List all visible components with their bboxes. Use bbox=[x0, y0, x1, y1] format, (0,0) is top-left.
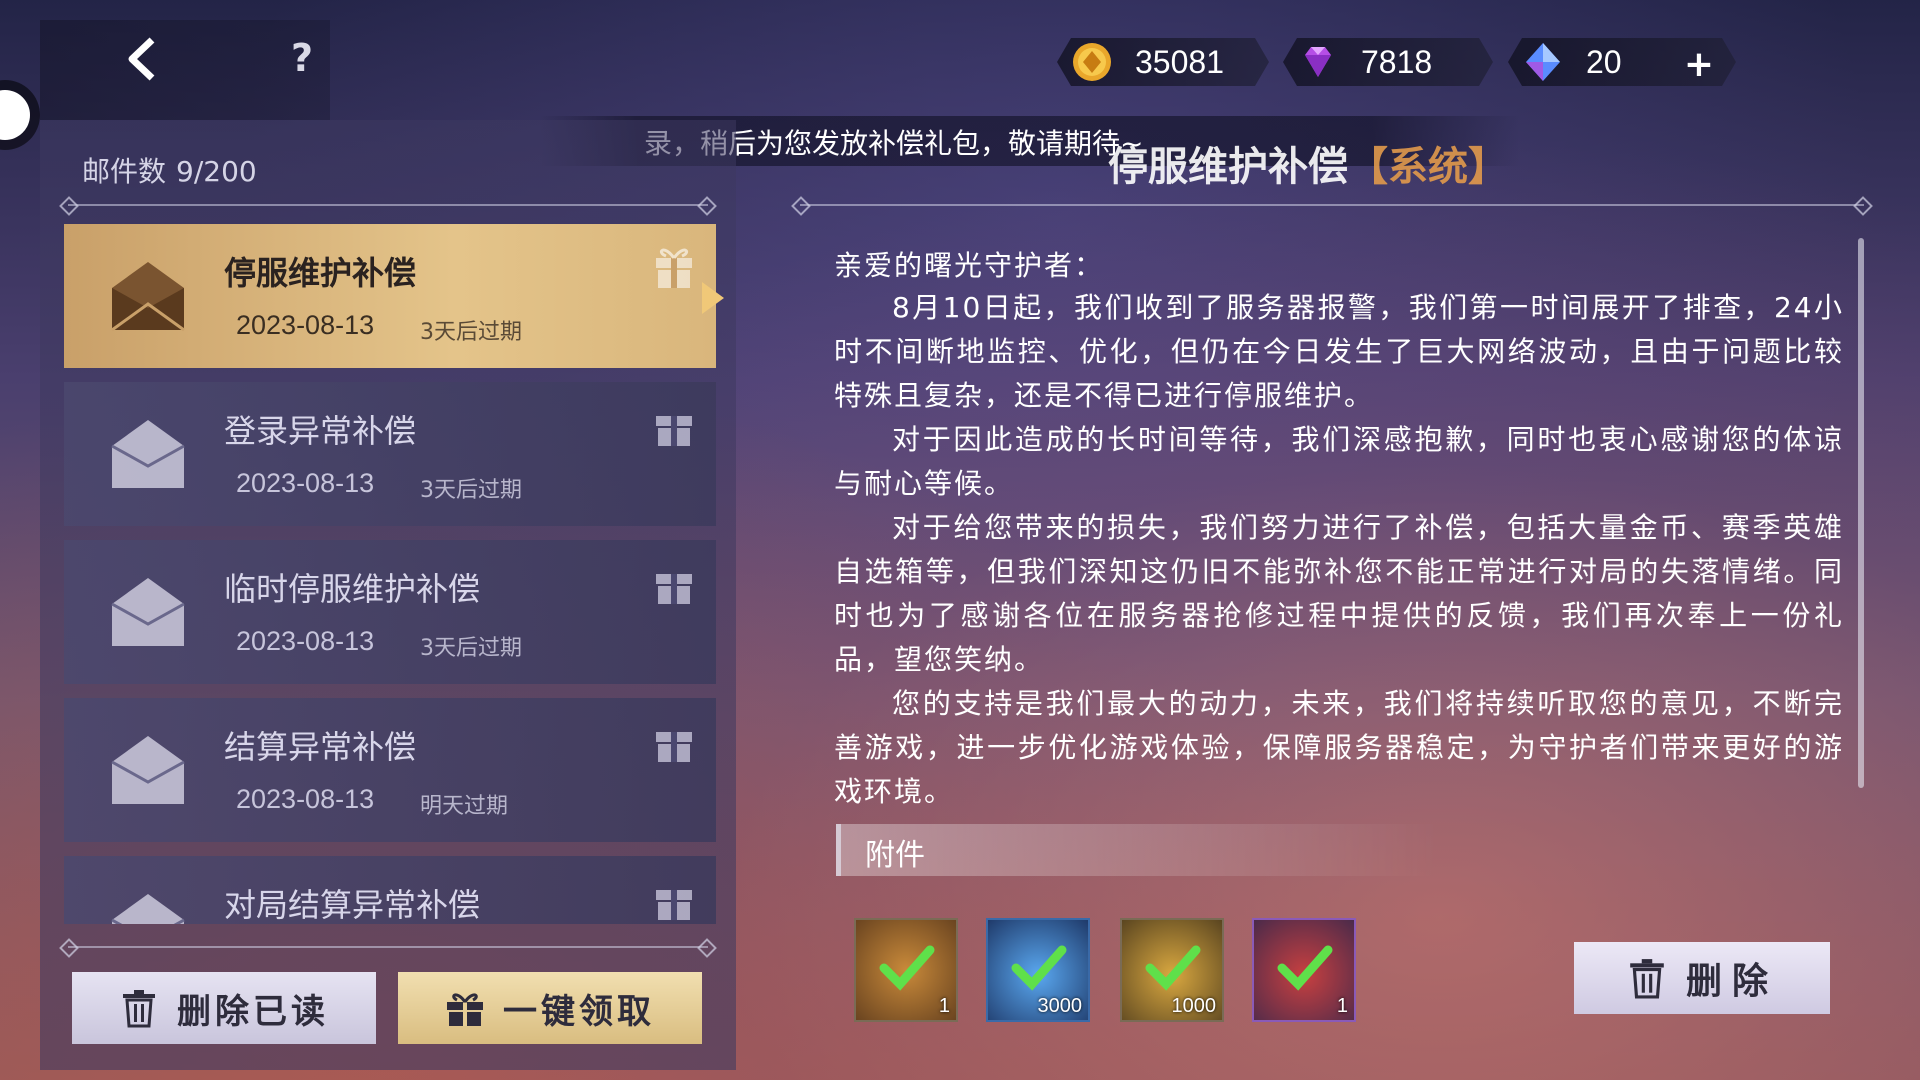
selected-indicator-icon bbox=[702, 282, 724, 314]
mail-count-label: 邮件数 bbox=[82, 155, 167, 188]
diamond-amount: 7818 bbox=[1361, 43, 1433, 80]
add-crystal-button[interactable]: + bbox=[1684, 44, 1714, 85]
currency-purple-diamond: 7818 bbox=[1283, 38, 1493, 86]
top-bar: ? 35081 7818 20 + bbox=[0, 0, 1920, 140]
blue-crystal-icon bbox=[1522, 41, 1564, 83]
attachment-qty: 3000 bbox=[1037, 995, 1083, 1017]
claim-all-button[interactable]: 一键领取 bbox=[398, 972, 702, 1044]
envelope-icon bbox=[111, 578, 185, 646]
mail-date: 2023-08-13 bbox=[236, 626, 375, 656]
currency-blue-crystal: 20 + bbox=[1508, 38, 1736, 86]
attachment-qty: 1000 bbox=[1171, 995, 1217, 1017]
help-button[interactable]: ? bbox=[280, 36, 324, 80]
mail-scrollbar[interactable] bbox=[1858, 238, 1864, 788]
mail-expire: 3天后过期 bbox=[420, 320, 522, 345]
gold-coin-icon bbox=[1071, 41, 1113, 83]
mail-title: 登录异常补偿 bbox=[224, 412, 417, 450]
mail-paragraph: 对于因此造成的长时间等待，我们深感抱歉，同时也衷心感谢您的体谅与耐心等候。 bbox=[834, 423, 1844, 500]
list-bottom-divider bbox=[68, 946, 708, 948]
attachment-skin-box[interactable]: 1 bbox=[854, 918, 958, 1022]
mail-header-title: 停服维护补偿 bbox=[1108, 144, 1348, 190]
check-icon bbox=[1277, 945, 1333, 991]
attachment-blue-crystal[interactable]: 3000 bbox=[986, 918, 1090, 1022]
gift-icon bbox=[447, 993, 483, 1026]
mail-list[interactable]: 停服维护补偿 2023-08-13 3天后过期 登录异常补偿 2023-08-1… bbox=[64, 224, 716, 924]
mail-expire: 3天后过期 bbox=[420, 636, 522, 661]
mail-item[interactable]: 对局结算异常补偿 bbox=[64, 856, 716, 924]
delete-read-label: 删除已读 bbox=[177, 991, 329, 1032]
attachment-qty: 1 bbox=[1336, 995, 1348, 1017]
crystal-amount: 20 bbox=[1586, 43, 1622, 80]
envelope-icon bbox=[111, 736, 185, 804]
mail-count: 邮件数 9/200 bbox=[82, 150, 257, 190]
attachment-header: 附件 bbox=[836, 824, 1436, 876]
gift-icon bbox=[656, 416, 692, 446]
gold-amount: 35081 bbox=[1135, 43, 1224, 80]
mail-title: 临时停服维护补偿 bbox=[224, 570, 481, 608]
attachment-gold[interactable]: 1000 bbox=[1120, 918, 1224, 1022]
mail-expire: 明天过期 bbox=[420, 794, 509, 819]
mail-paragraph: 您的支持是我们最大的动力，未来，我们将持续听取您的意见，不断完善游戏，进一步优化… bbox=[834, 687, 1844, 808]
attachment-label: 附件 bbox=[865, 838, 925, 873]
mail-count-value: 9/200 bbox=[176, 155, 257, 188]
check-icon bbox=[1145, 945, 1201, 991]
list-top-divider bbox=[68, 204, 708, 206]
gift-icon bbox=[656, 574, 692, 604]
mail-paragraph: 8月10日起，我们收到了服务器报警，我们第一时间展开了排查，24小时不间断地监控… bbox=[834, 291, 1844, 412]
envelope-icon bbox=[111, 420, 185, 488]
mail-paragraph: 对于给您带来的损失，我们努力进行了补偿，包括大量金币、赛季英雄自选箱等，但我们深… bbox=[834, 511, 1844, 676]
trash-icon bbox=[123, 990, 155, 1028]
check-icon bbox=[879, 945, 935, 991]
delete-button[interactable]: 删除 bbox=[1574, 942, 1830, 1014]
gift-icon bbox=[656, 890, 692, 920]
mail-title: 对局结算异常补偿 bbox=[224, 886, 481, 924]
envelope-open-icon bbox=[111, 262, 185, 332]
gift-icon bbox=[656, 248, 692, 288]
side-toggle-button[interactable] bbox=[0, 90, 30, 140]
purple-diamond-icon bbox=[1297, 41, 1339, 83]
check-icon bbox=[1011, 945, 1067, 991]
mail-header: 停服维护补偿【系统】 bbox=[1108, 134, 1508, 192]
back-icon[interactable] bbox=[118, 34, 168, 84]
mail-date: 2023-08-13 bbox=[236, 310, 375, 340]
mail-title: 停服维护补偿 bbox=[224, 254, 417, 292]
delete-read-button[interactable]: 删除已读 bbox=[72, 972, 376, 1044]
mail-greeting: 亲爱的曙光守护者： bbox=[834, 249, 1105, 282]
content-top-divider bbox=[800, 204, 1864, 206]
mail-item[interactable]: 临时停服维护补偿 2023-08-13 3天后过期 bbox=[64, 540, 716, 684]
gift-icon bbox=[656, 732, 692, 762]
mail-date: 2023-08-13 bbox=[236, 784, 375, 814]
attachment-qty: 1 bbox=[938, 995, 950, 1017]
envelope-icon bbox=[111, 894, 185, 924]
mail-item[interactable]: 登录异常补偿 2023-08-13 3天后过期 bbox=[64, 382, 716, 526]
mail-title: 结算异常补偿 bbox=[224, 728, 417, 766]
mail-item[interactable]: 结算异常补偿 2023-08-13 明天过期 bbox=[64, 698, 716, 842]
currency-gold: 35081 bbox=[1057, 38, 1269, 86]
mail-date: 2023-08-13 bbox=[236, 468, 375, 498]
mail-sender: 【系统】 bbox=[1348, 144, 1508, 190]
attachment-red-card[interactable]: 1 bbox=[1252, 918, 1356, 1022]
trash-icon bbox=[1630, 959, 1664, 999]
delete-label: 删除 bbox=[1685, 961, 1778, 1002]
mail-item-selected[interactable]: 停服维护补偿 2023-08-13 3天后过期 bbox=[64, 224, 716, 368]
mail-expire: 3天后过期 bbox=[420, 478, 522, 503]
claim-all-label: 一键领取 bbox=[503, 991, 655, 1032]
